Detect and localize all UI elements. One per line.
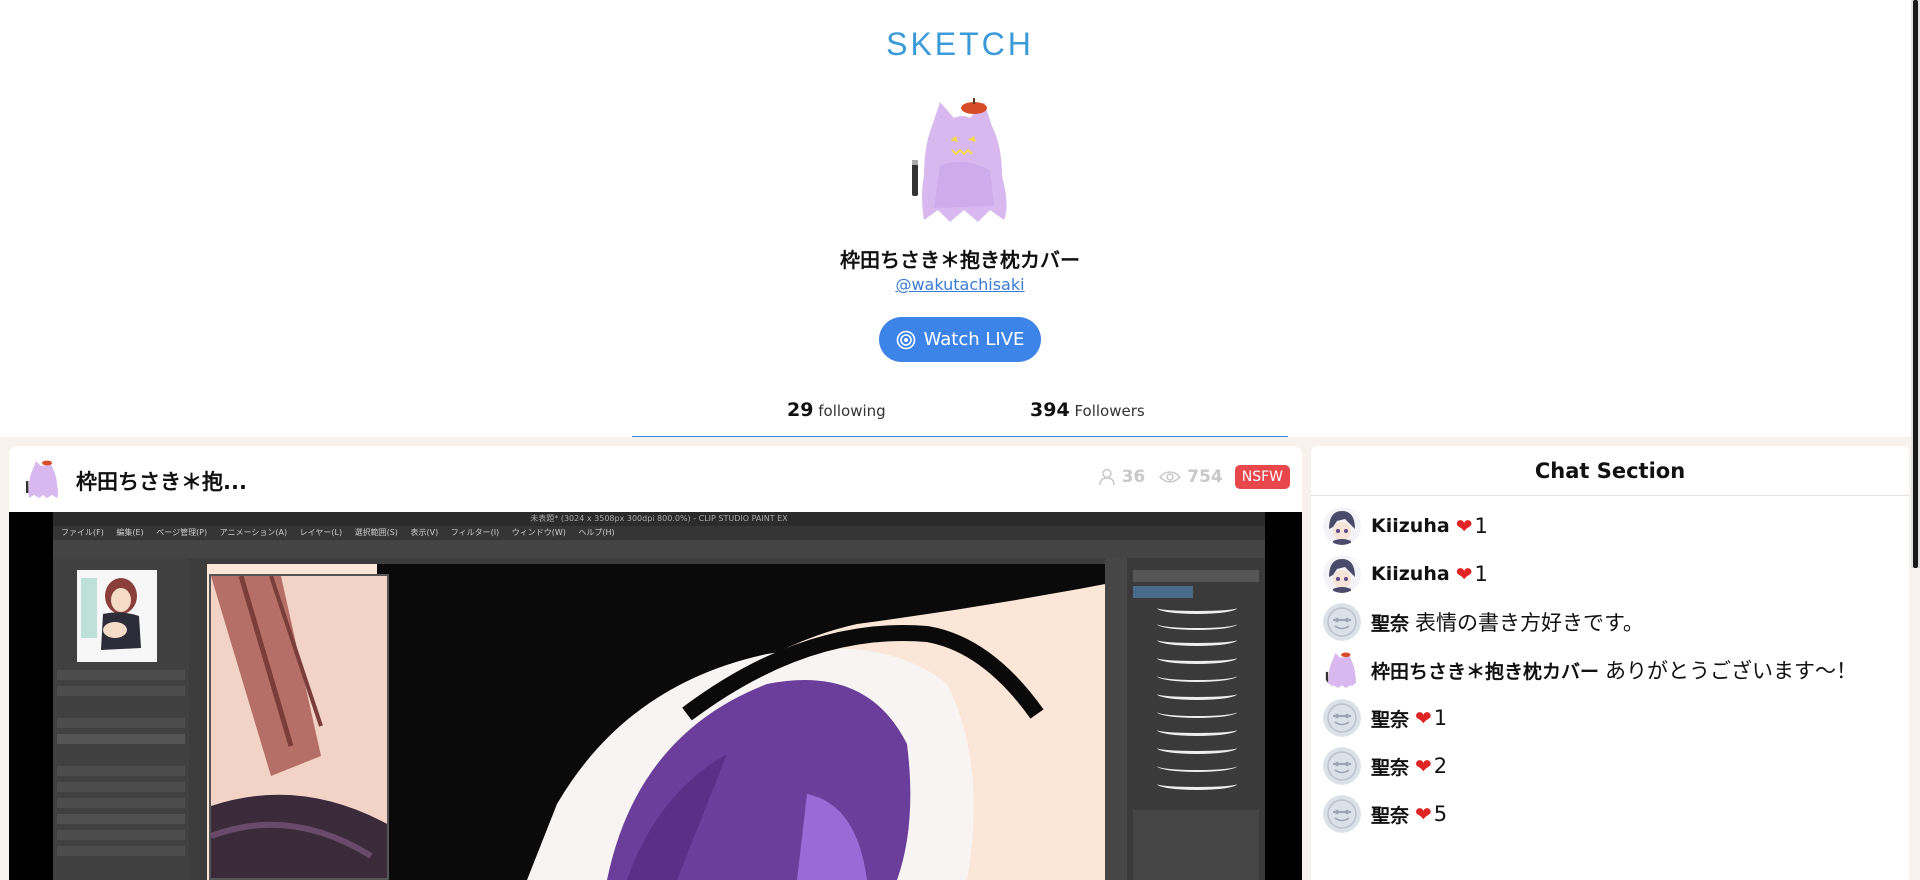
heart-icon: ❤ bbox=[1415, 802, 1432, 826]
profile-handle-link[interactable]: @wakutachisaki bbox=[0, 275, 1920, 294]
app-toolbar bbox=[53, 540, 1265, 558]
viewer-count: 36 bbox=[1121, 467, 1146, 487]
eye-icon bbox=[1159, 471, 1182, 483]
watch-live-label: Watch LIVE bbox=[923, 329, 1025, 350]
kiizuha-avatar[interactable] bbox=[1323, 555, 1361, 593]
chat-section: Chat Section Kiizuha ❤ 1 Kiizuha ❤ 1 聖奈 … bbox=[1311, 446, 1909, 880]
following-stat[interactable]: 29 following bbox=[787, 399, 886, 421]
heart-icon: ❤ bbox=[1415, 706, 1432, 730]
chat-username[interactable]: 聖奈 bbox=[1371, 801, 1409, 828]
tool-strip bbox=[1105, 558, 1127, 880]
chat-text: ありがとうございます～！ bbox=[1605, 659, 1858, 683]
viewer-icon bbox=[1098, 468, 1115, 486]
kiizuha-avatar[interactable] bbox=[1323, 507, 1361, 545]
chat-message: 聖奈 ❤ 5 bbox=[1311, 790, 1909, 838]
drawing-canvas bbox=[207, 564, 1157, 880]
heart-icon: ❤ bbox=[1455, 514, 1473, 538]
default-user-avatar-icon[interactable] bbox=[1323, 699, 1361, 737]
ghost-avatar-icon bbox=[912, 98, 1007, 222]
live-broadcast-icon bbox=[896, 330, 915, 349]
chat-username[interactable]: 聖奈 bbox=[1371, 753, 1409, 780]
profile-name: 枠田ちさき＊抱き枕カバー bbox=[840, 248, 1080, 272]
stream-card[interactable]: 枠田ちさき＊抱... 36 754 NSFW 未表題* (3024 x 3508… bbox=[9, 446, 1302, 880]
heart-count: 1 bbox=[1474, 514, 1488, 538]
heart-icon: ❤ bbox=[1415, 754, 1432, 778]
view-count: 754 bbox=[1187, 467, 1223, 487]
heart-count: 5 bbox=[1433, 802, 1448, 826]
stream-meta: 36 754 NSFW bbox=[1098, 465, 1290, 489]
stream-header: 枠田ちさき＊抱... 36 754 NSFW bbox=[9, 446, 1302, 512]
watch-live-button[interactable]: Watch LIVE bbox=[879, 317, 1041, 362]
chat-username[interactable]: Kiizuha bbox=[1371, 515, 1450, 537]
sub-view-window bbox=[209, 574, 389, 880]
stream-video[interactable]: 未表題* (3024 x 3508px 300dpi 800.0%) - CLI… bbox=[9, 512, 1302, 880]
following-label: following bbox=[818, 402, 886, 420]
heart-count: 1 bbox=[1433, 706, 1448, 730]
heart-count: 2 bbox=[1433, 754, 1448, 778]
chat-message: 聖奈 ❤ 1 bbox=[1311, 694, 1909, 742]
default-user-avatar-icon[interactable] bbox=[1323, 795, 1361, 833]
default-user-avatar-icon[interactable] bbox=[1323, 747, 1361, 785]
chat-message: Kiizuha ❤ 1 bbox=[1311, 550, 1909, 598]
app-title-bar: 未表題* (3024 x 3508px 300dpi 800.0%) - CLI… bbox=[53, 512, 1265, 526]
heart-icon: ❤ bbox=[1455, 562, 1473, 586]
chat-message: 聖奈 表情の書き方好きです。 bbox=[1311, 598, 1909, 646]
page-scrollbar[interactable] bbox=[1911, 0, 1920, 568]
brush-panel bbox=[1127, 558, 1265, 880]
chat-username[interactable]: Kiizuha bbox=[1371, 563, 1450, 585]
heart-count: 1 bbox=[1474, 562, 1488, 586]
chat-message-list[interactable]: Kiizuha ❤ 1 Kiizuha ❤ 1 聖奈 表情の書き方好きです。 枠… bbox=[1311, 502, 1909, 838]
stream-title[interactable]: 枠田ちさき＊抱... bbox=[76, 466, 247, 496]
chat-title: Chat Section bbox=[1311, 446, 1909, 496]
streamer-avatar-icon[interactable] bbox=[25, 459, 61, 499]
scrollbar-thumb[interactable] bbox=[1913, 0, 1918, 568]
chat-username[interactable]: 聖奈 bbox=[1371, 609, 1409, 636]
chat-username[interactable]: 枠田ちさき＊抱き枕カバー bbox=[1371, 657, 1599, 684]
chat-message: Kiizuha ❤ 1 bbox=[1311, 502, 1909, 550]
chat-text: 表情の書き方好きです。 bbox=[1415, 611, 1644, 635]
followers-label: Followers bbox=[1074, 402, 1145, 420]
ghost-avatar-icon[interactable] bbox=[1323, 651, 1361, 689]
chat-message: 聖奈 ❤ 2 bbox=[1311, 742, 1909, 790]
navigator-thumbnail bbox=[77, 570, 157, 662]
paint-app-window: 未表題* (3024 x 3508px 300dpi 800.0%) - CLI… bbox=[53, 512, 1265, 880]
app-left-panel bbox=[53, 558, 189, 880]
profile-stats: 29 following 394 Followers bbox=[632, 399, 1288, 437]
chat-username[interactable]: 聖奈 bbox=[1371, 705, 1409, 732]
following-count: 29 bbox=[787, 399, 814, 421]
nsfw-badge: NSFW bbox=[1234, 465, 1290, 489]
followers-stat[interactable]: 394 Followers bbox=[1030, 399, 1145, 421]
followers-count: 394 bbox=[1030, 399, 1070, 421]
app-menu-bar: ファイル(F) 編集(E) ページ管理(P) アニメーション(A) レイヤー(L… bbox=[53, 526, 1265, 540]
chat-message: 枠田ちさき＊抱き枕カバー ありがとうございます～！ bbox=[1311, 646, 1909, 694]
default-user-avatar-icon[interactable] bbox=[1323, 603, 1361, 641]
site-logo[interactable]: SKETCH bbox=[0, 26, 1920, 63]
